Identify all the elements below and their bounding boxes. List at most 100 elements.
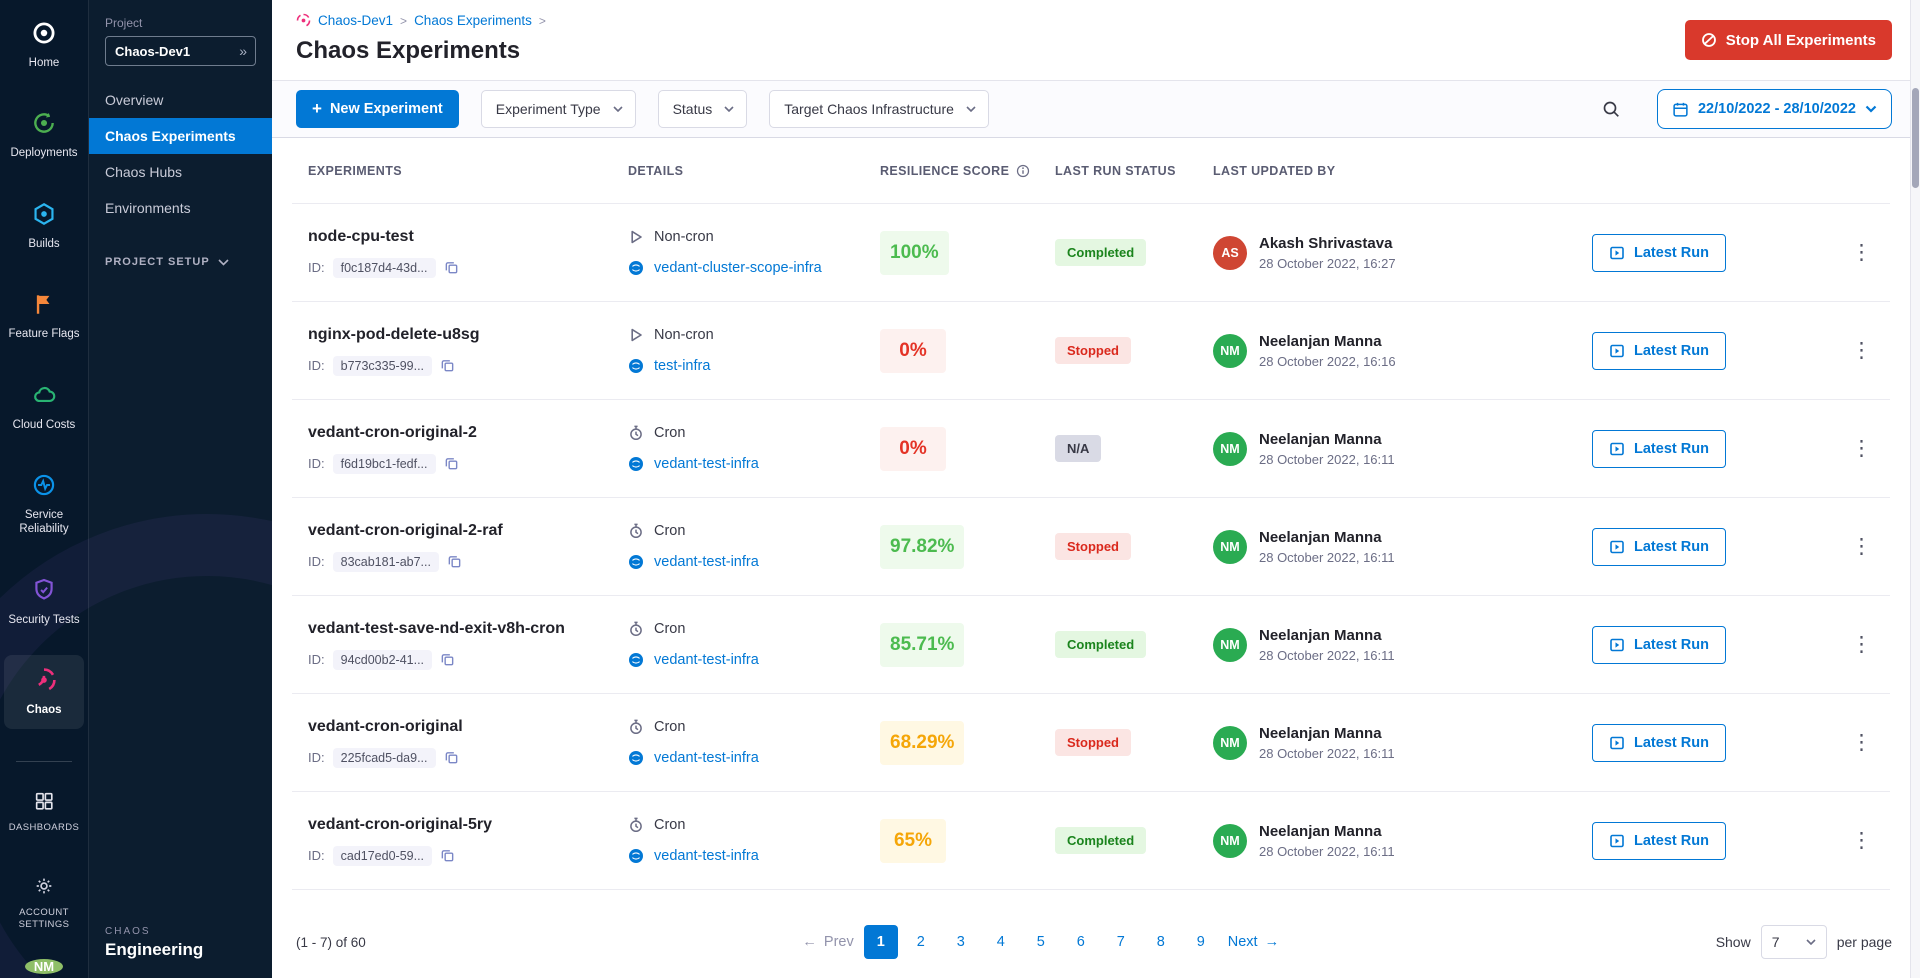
page-button-8[interactable]: 8 [1144,925,1178,959]
copy-icon[interactable] [444,260,459,275]
breadcrumb-link-project[interactable]: Chaos-Dev1 [318,13,393,28]
copy-icon[interactable] [440,848,455,863]
kebab-menu[interactable]: ⋮ [1841,729,1882,756]
user-avatar[interactable]: AS [1213,236,1247,270]
page-button-5[interactable]: 5 [1024,925,1058,959]
nav-item-chaos-experiments[interactable]: Chaos Experiments [89,118,272,154]
page-button-4[interactable]: 4 [984,925,1018,959]
page-button-2[interactable]: 2 [904,925,938,959]
latest-run-button[interactable]: Latest Run [1592,332,1726,370]
latest-run-label: Latest Run [1634,539,1709,555]
nav-item-overview[interactable]: Overview [89,82,272,118]
latest-run-button[interactable]: Latest Run [1592,626,1726,664]
left-navigation-pane: Home Deployments Builds Feature Flags [0,0,272,978]
experiment-name[interactable]: vedant-test-save-nd-exit-v8h-cron [308,620,628,638]
experiment-name[interactable]: vedant-cron-original-2 [308,424,628,442]
copy-icon[interactable] [447,554,462,569]
infrastructure-link[interactable]: vedant-test-infra [654,750,759,766]
copy-icon[interactable] [444,456,459,471]
infrastructure-link[interactable]: vedant-cluster-scope-infra [654,260,822,276]
latest-run-button[interactable]: Latest Run [1592,430,1726,468]
nav-item-chaos-hubs[interactable]: Chaos Hubs [89,154,272,190]
user-avatar[interactable]: NM [1213,530,1247,564]
experiment-name[interactable]: vedant-cron-original-5ry [308,816,628,834]
experiment-id: f6d19bc1-fedf... [333,454,436,474]
user-avatar[interactable]: NM [25,959,63,974]
breadcrumb-link-chaos-experiments[interactable]: Chaos Experiments [414,13,532,28]
infrastructure-link[interactable]: vedant-test-infra [654,554,759,570]
experiment-id: 225fcad5-da9... [333,748,436,768]
status-filter[interactable]: Status [658,90,748,128]
latest-run-button[interactable]: Latest Run [1592,528,1726,566]
expand-sidebar-icon[interactable]: » [239,43,247,59]
search-button[interactable] [1595,93,1627,125]
prev-page-button[interactable]: ← Prev [802,934,853,950]
copy-icon[interactable] [440,652,455,667]
module-sidebar: Home Deployments Builds Feature Flags [0,0,88,978]
per-page-select[interactable]: 7 [1761,925,1827,959]
page-header: Chaos-Dev1 > Chaos Experiments > Chaos E… [272,0,1910,81]
sidebar-item-feature-flags[interactable]: Feature Flags [4,279,84,353]
infrastructure-link[interactable]: vedant-test-infra [654,456,759,472]
kebab-menu[interactable]: ⋮ [1841,631,1882,658]
sidebar-item-dashboards[interactable]: DASHBOARDS [4,778,84,846]
latest-run-cell: Latest Run [1592,528,1841,566]
vertical-scrollbar[interactable] [1910,0,1920,978]
updated-by-cell: NM Neelanjan Manna 28 October 2022, 16:1… [1213,627,1592,663]
kebab-menu[interactable]: ⋮ [1841,239,1882,266]
scrollbar-thumb[interactable] [1912,88,1919,188]
sidebar-item-builds[interactable]: Builds [4,189,84,263]
page-button-9[interactable]: 9 [1184,925,1218,959]
per-page-value: 7 [1772,934,1780,950]
sidebar-item-label: Security Tests [8,613,79,627]
kebab-menu[interactable]: ⋮ [1841,827,1882,854]
date-range-label: 22/10/2022 - 28/10/2022 [1698,101,1856,117]
infrastructure-link[interactable]: vedant-test-infra [654,848,759,864]
experiment-name[interactable]: node-cpu-test [308,228,628,246]
user-avatar[interactable]: NM [1213,432,1247,466]
infrastructure-link[interactable]: vedant-test-infra [654,652,759,668]
kebab-menu[interactable]: ⋮ [1841,435,1882,462]
next-page-button[interactable]: Next → [1228,934,1279,950]
nav-item-environments[interactable]: Environments [89,190,272,226]
user-avatar[interactable]: NM [1213,628,1247,662]
kebab-menu[interactable]: ⋮ [1841,533,1882,560]
sidebar-item-account-settings[interactable]: ACCOUNT SETTINGS [4,863,84,944]
new-experiment-button[interactable]: + New Experiment [296,90,459,128]
page-button-1[interactable]: 1 [864,925,898,959]
info-icon[interactable] [1016,164,1030,178]
date-range-picker[interactable]: 22/10/2022 - 28/10/2022 [1657,89,1892,129]
project-setup-toggle[interactable]: PROJECT SETUP [105,256,256,268]
sidebar-item-security-tests[interactable]: Security Tests [4,565,84,639]
stop-all-experiments-button[interactable]: Stop All Experiments [1685,20,1892,60]
sidebar-item-home[interactable]: Home [4,8,84,82]
kebab-menu[interactable]: ⋮ [1841,337,1882,364]
experiment-name[interactable]: vedant-cron-original [308,718,628,736]
target-chaos-infrastructure-filter[interactable]: Target Chaos Infrastructure [769,90,989,128]
copy-icon[interactable] [444,750,459,765]
latest-run-button[interactable]: Latest Run [1592,822,1726,860]
updated-date: 28 October 2022, 16:11 [1259,844,1395,859]
sidebar-item-label: Service Reliability [6,508,82,537]
sidebar-item-deployments[interactable]: Deployments [4,98,84,172]
kebab-cell: ⋮ [1841,338,1890,363]
copy-icon[interactable] [440,358,455,373]
experiment-name[interactable]: vedant-cron-original-2-raf [308,522,628,540]
sidebar-item-cloud-costs[interactable]: Cloud Costs [4,370,84,444]
sidebar-item-chaos[interactable]: Chaos [4,655,84,729]
experiment-type-filter[interactable]: Experiment Type [481,90,636,128]
sidebar-item-service-reliability[interactable]: Service Reliability [4,460,84,549]
project-name-input[interactable] [115,44,239,59]
latest-run-button[interactable]: Latest Run [1592,724,1726,762]
latest-run-button[interactable]: Latest Run [1592,234,1726,272]
page-button-6[interactable]: 6 [1064,925,1098,959]
page-button-7[interactable]: 7 [1104,925,1138,959]
status-cell: Completed [1055,239,1213,266]
user-avatar[interactable]: NM [1213,726,1247,760]
infrastructure-link[interactable]: test-infra [654,358,710,374]
page-button-3[interactable]: 3 [944,925,978,959]
project-selector[interactable]: » [105,36,256,66]
user-avatar[interactable]: NM [1213,824,1247,858]
experiment-name[interactable]: nginx-pod-delete-u8sg [308,326,628,344]
user-avatar[interactable]: NM [1213,334,1247,368]
